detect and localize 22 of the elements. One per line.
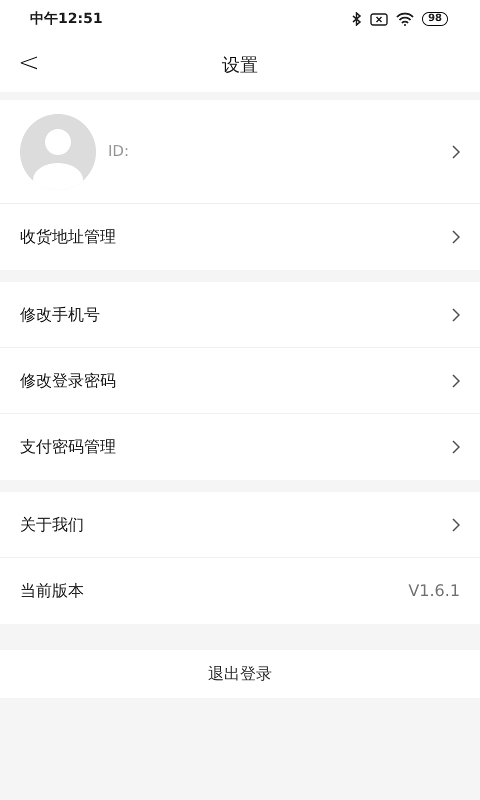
item-label[interactable]: 修改登录密码 — [20, 368, 116, 392]
version-value: V1.6.1 — [408, 580, 460, 602]
chevron-icon — [452, 230, 460, 244]
item-label[interactable]: 修改手机号 — [20, 302, 100, 326]
chevron-icon — [452, 440, 460, 454]
back-button[interactable]: < — [14, 50, 44, 76]
chevron-icon — [452, 144, 460, 158]
no-sim-icon — [370, 12, 388, 26]
item-label[interactable]: 支付密码管理 — [20, 435, 116, 459]
item-label[interactable]: 关于我们 — [20, 512, 84, 536]
chevron-icon — [452, 308, 460, 322]
id-label: ID: — [108, 141, 130, 162]
item-label[interactable]: 收货地址管理 — [20, 225, 116, 249]
page-title: 设置 — [222, 54, 258, 78]
wifi-icon — [396, 12, 414, 26]
logout-button[interactable]: 退出登录 — [0, 650, 480, 698]
chevron-icon — [452, 374, 460, 388]
status-time: 中午12:51 — [30, 10, 103, 28]
bluetooth-icon — [352, 12, 362, 26]
battery-level: 98 — [422, 12, 448, 26]
item-label: 当前版本 — [20, 580, 84, 602]
chevron-icon — [452, 518, 460, 532]
